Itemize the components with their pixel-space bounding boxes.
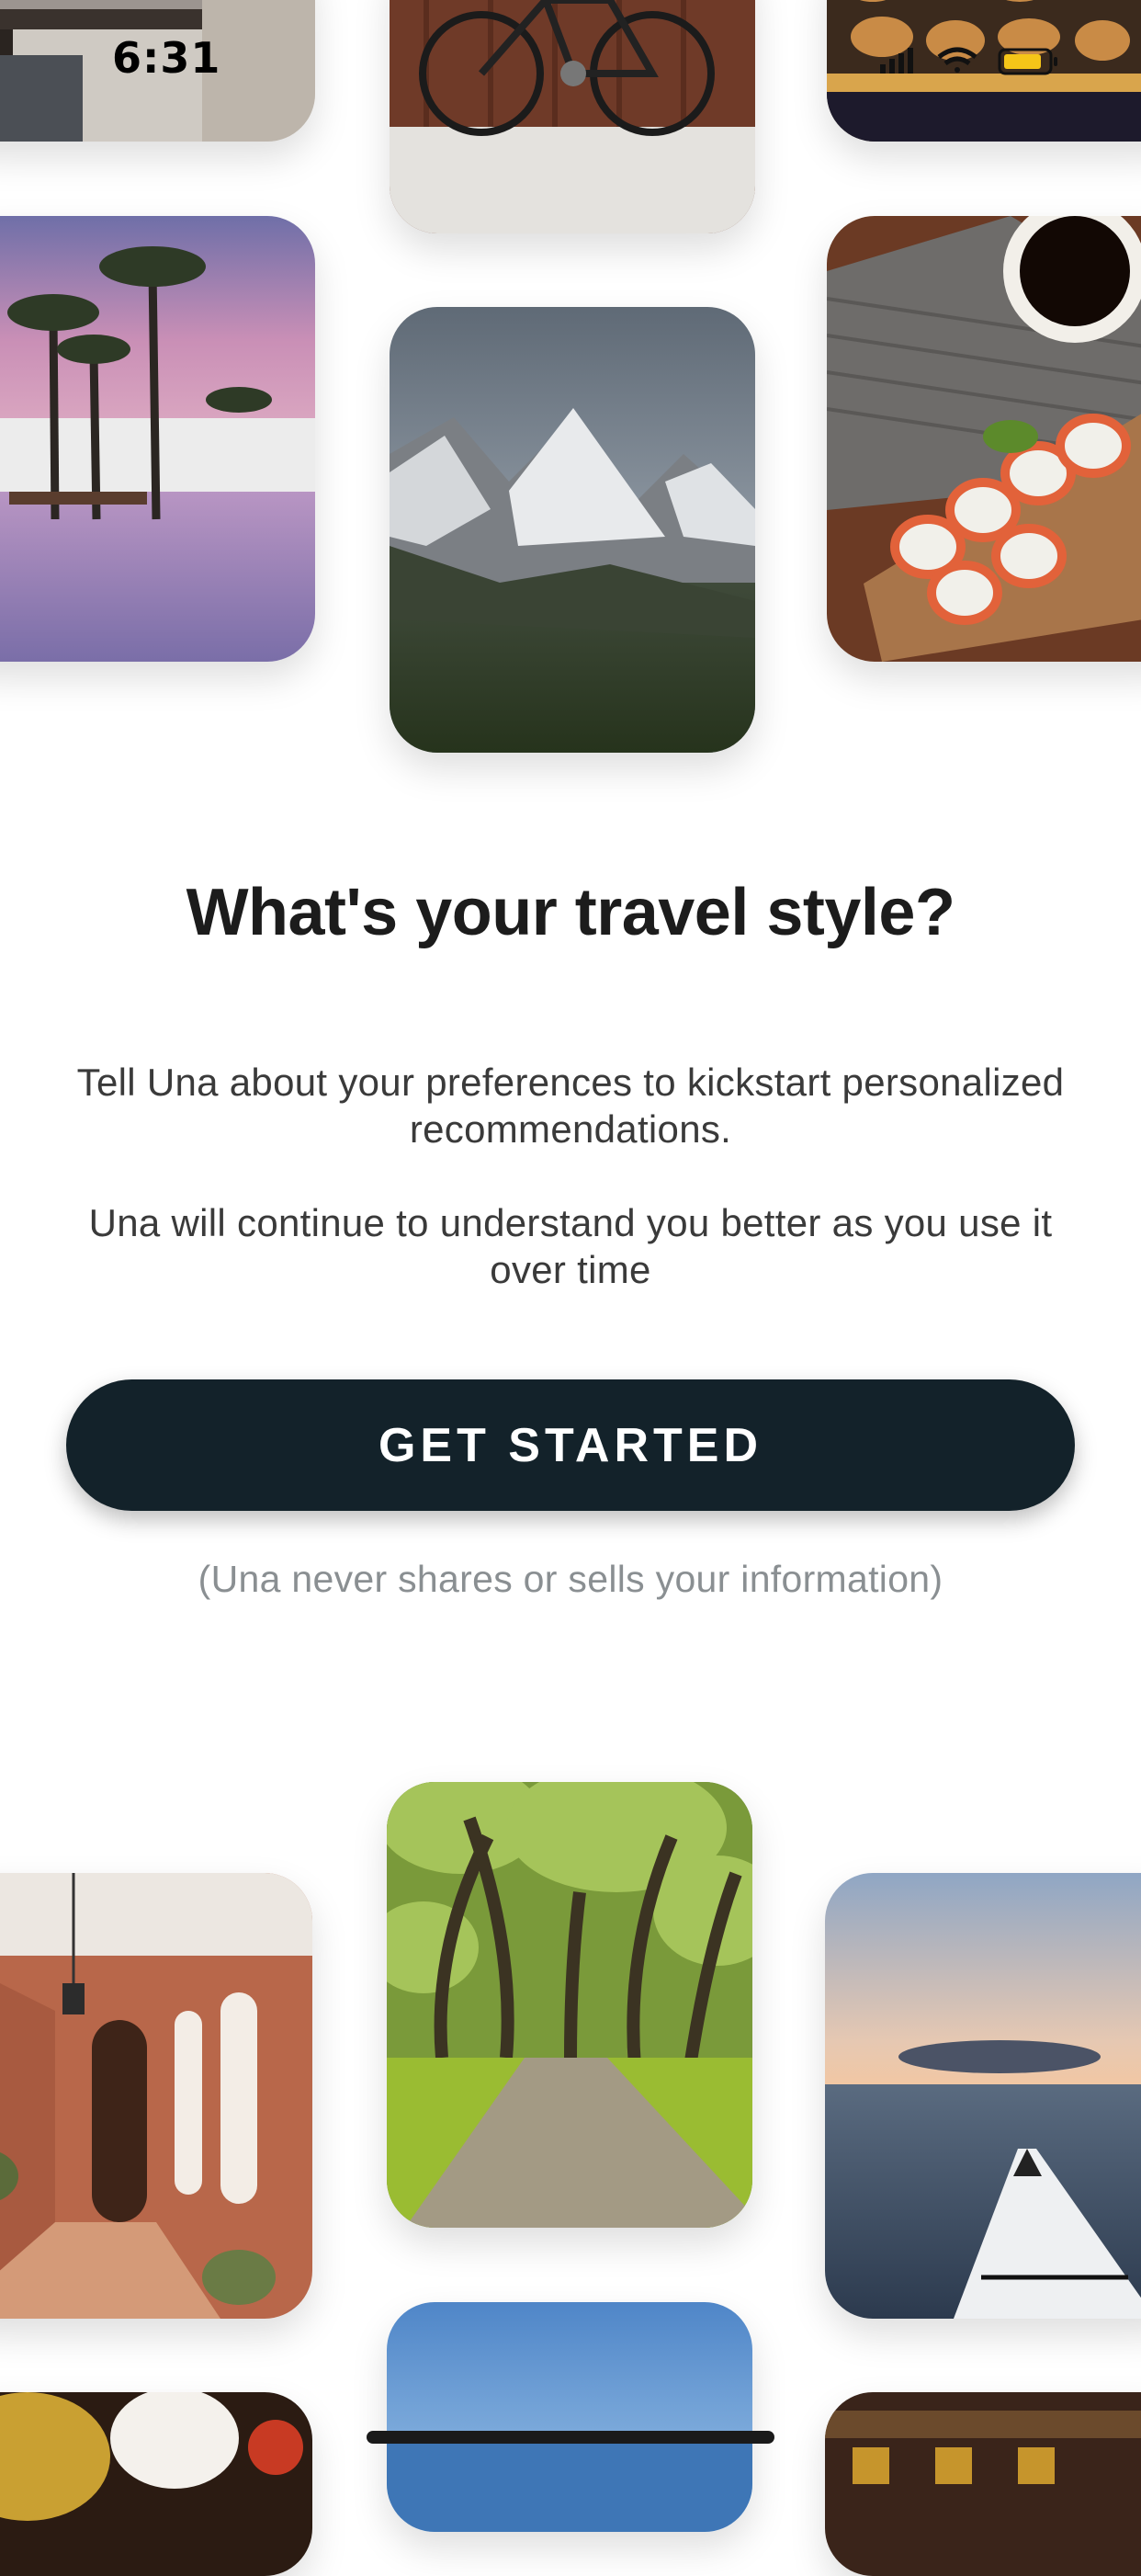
battery-icon — [998, 48, 1057, 75]
wifi-icon — [937, 47, 977, 73]
home-indicator[interactable] — [367, 2431, 774, 2444]
page-title: What's your travel style? — [186, 876, 955, 949]
status-bar: 6:31 — [0, 0, 1141, 119]
sushi-photo — [827, 216, 1141, 662]
status-icons — [829, 44, 1086, 81]
forest-path-photo — [387, 1782, 752, 2228]
lake-photo — [387, 2302, 752, 2532]
learning-paragraph: Una will continue to understand you bett… — [88, 1201, 1053, 1291]
mountain-photo — [390, 307, 755, 753]
hallway-photo — [0, 1873, 312, 2319]
get-started-button[interactable]: GET STARTED — [66, 1379, 1075, 1511]
privacy-note: (Una never shares or sells your informat… — [198, 1558, 943, 1600]
food-bowls-photo — [0, 2392, 312, 2576]
intro-paragraph: Tell Una about your preferences to kicks… — [76, 1061, 1065, 1151]
kayak-photo — [825, 1873, 1141, 2319]
palm-pool-photo — [0, 216, 315, 662]
market-photo — [825, 2392, 1141, 2576]
status-time: 6:31 — [112, 33, 221, 83]
cellular-signal-icon — [880, 48, 913, 74]
